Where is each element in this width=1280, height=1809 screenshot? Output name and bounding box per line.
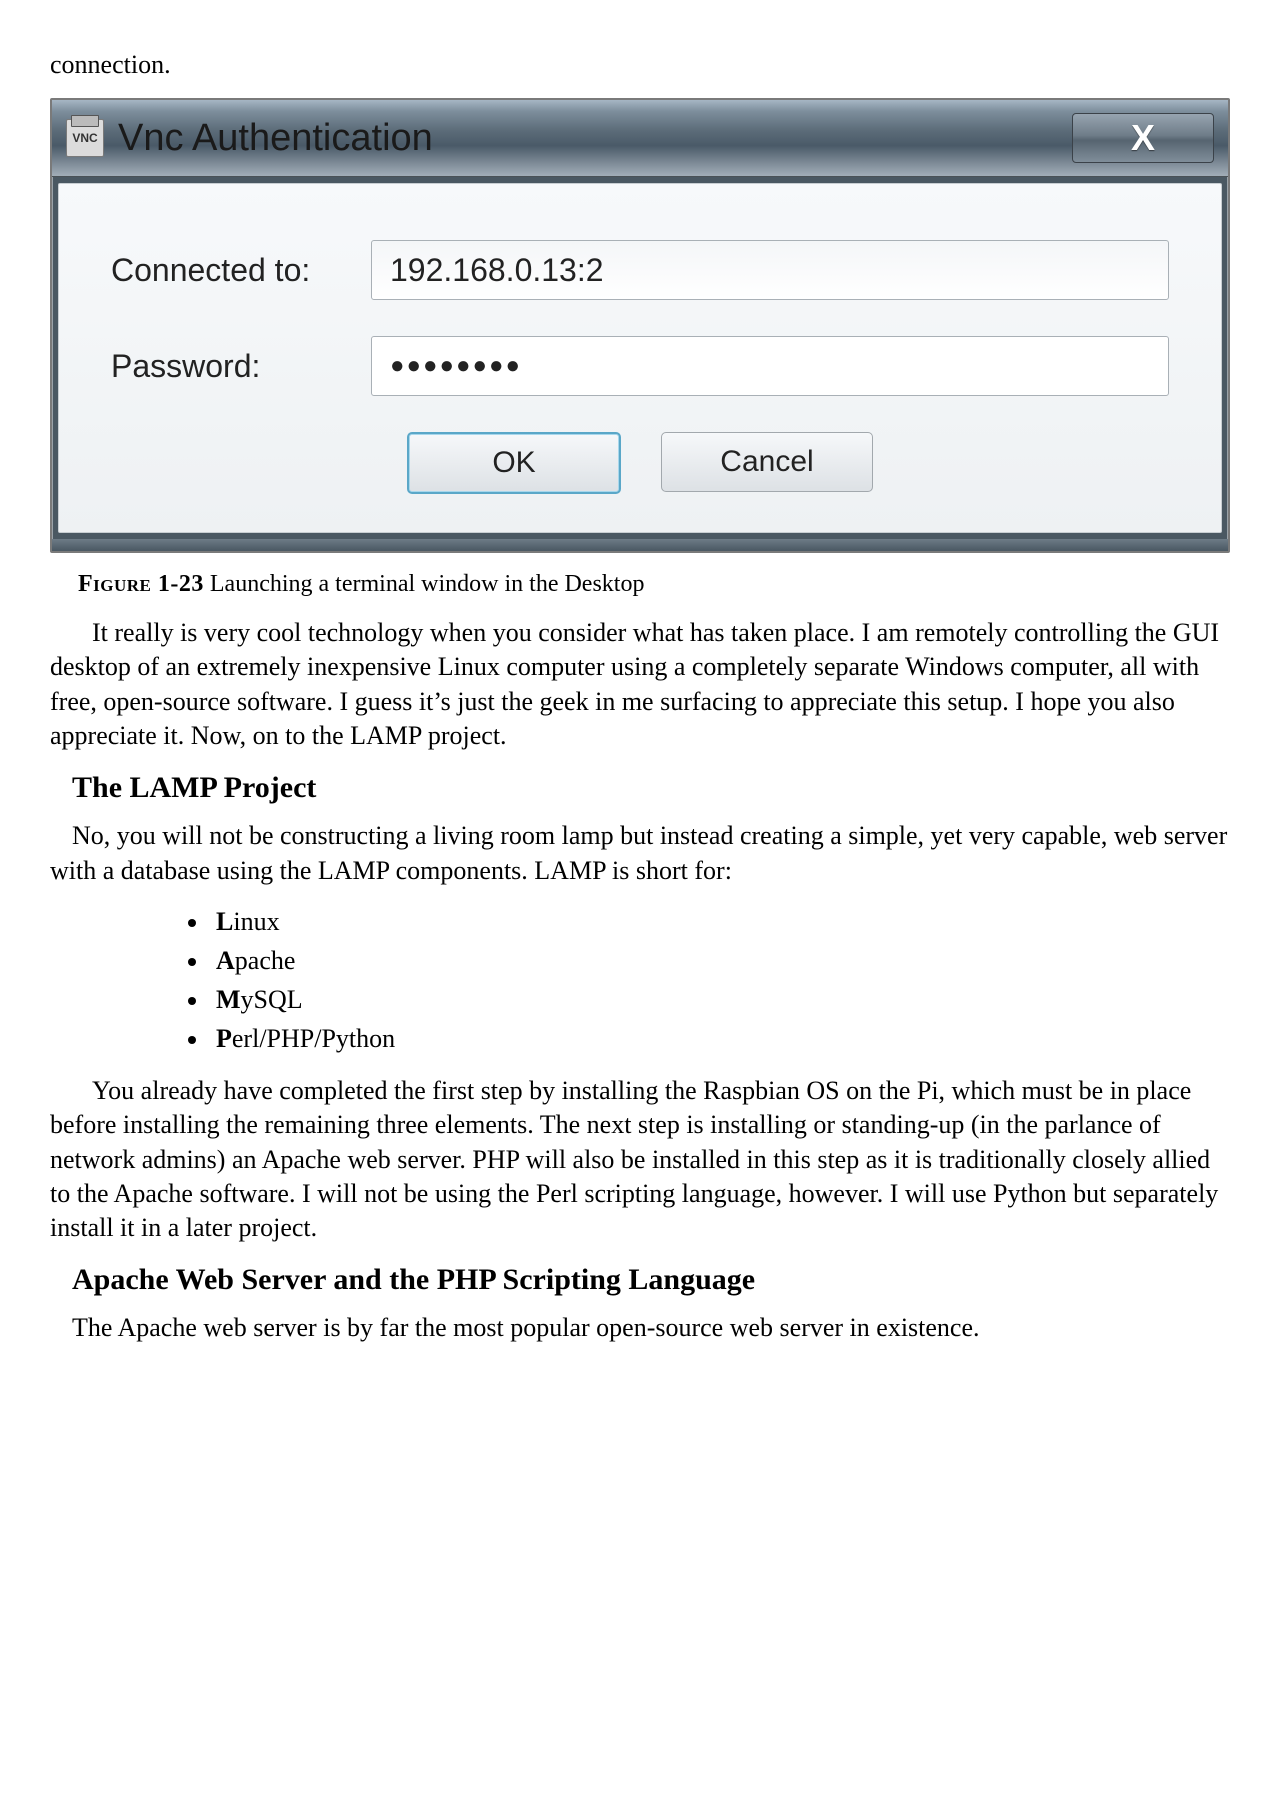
lamp-list: Linux Apache MySQL Perl/PHP/Python [50,902,1230,1058]
close-button[interactable]: X [1072,113,1214,163]
paragraph-1: It really is very cool technology when y… [50,616,1230,753]
vnc-auth-dialog: VNC Vnc Authentication X Connected to: 1… [50,98,1230,553]
password-label: Password: [111,348,371,385]
vnc-icon: VNC [66,119,104,157]
list-item: Apache [210,941,1230,980]
figure-caption: Figure 1-23 Launching a terminal window … [78,571,1230,598]
figure-text: Launching a terminal window in the Deskt… [204,571,645,597]
list-item-bold: A [216,946,235,975]
dialog-title: Vnc Authentication [118,117,1072,160]
ok-button[interactable]: OK [407,432,621,494]
password-input[interactable]: ●●●●●●●● [371,336,1169,396]
password-row: Password: ●●●●●●●● [111,336,1169,396]
dialog-titlebar: VNC Vnc Authentication X [52,100,1228,177]
connected-value: 192.168.0.13:2 [371,240,1169,300]
leading-text: connection. [50,50,1230,80]
list-item: Perl/PHP/Python [210,1019,1230,1058]
list-item: Linux [210,902,1230,941]
dialog-footer-shade [52,539,1228,551]
paragraph-2: No, you will not be constructing a livin… [50,819,1230,888]
heading-apache: Apache Web Server and the PHP Scripting … [72,1263,1230,1297]
paragraph-3: You already have completed the first ste… [50,1074,1230,1246]
list-item: MySQL [210,980,1230,1019]
list-item-bold: P [216,1024,232,1053]
close-icon: X [1131,117,1155,159]
list-item-rest: inux [233,907,279,936]
list-item-rest: ySQL [241,985,303,1014]
connected-label: Connected to: [111,252,371,289]
list-item-rest: erl/PHP/Python [232,1024,395,1053]
list-item-bold: L [216,907,233,936]
connected-row: Connected to: 192.168.0.13:2 [111,240,1169,300]
list-item-bold: M [216,985,241,1014]
vnc-icon-label: VNC [72,131,97,145]
figure-label: Figure 1-23 [78,571,204,597]
dialog-body: Connected to: 192.168.0.13:2 Password: ●… [58,183,1222,533]
heading-lamp-project: The LAMP Project [72,771,1230,805]
list-item-rest: pache [235,946,296,975]
cancel-button[interactable]: Cancel [661,432,873,492]
paragraph-4: The Apache web server is by far the most… [50,1311,1230,1345]
dialog-button-row: OK Cancel [111,432,1169,494]
